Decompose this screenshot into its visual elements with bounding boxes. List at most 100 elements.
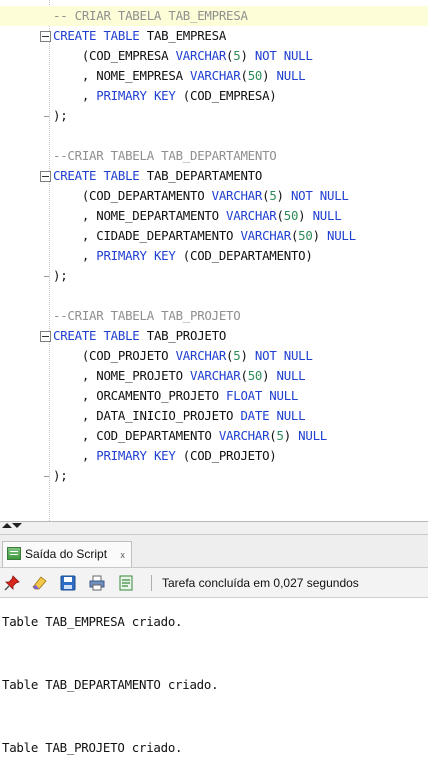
panel-splitter[interactable] (0, 521, 428, 535)
eraser-icon[interactable] (32, 575, 48, 591)
code-line: , NOME_PROJETO VARCHAR(50) NULL (0, 366, 428, 386)
code-line: (COD_EMPRESA VARCHAR(5) NOT NULL (0, 46, 428, 66)
status-text: Tarefa concluída em 0,027 segundos (162, 576, 359, 590)
code-token: NOT NULL (254, 348, 313, 363)
code-token: PRIMARY KEY (96, 248, 176, 263)
code-token: ( (240, 68, 248, 83)
code-token: VARCHAR (175, 48, 227, 63)
output-toolbar: Tarefa concluída em 0,027 segundos (0, 568, 428, 598)
code-token: NULL (327, 228, 356, 243)
tab-label: Saída do Script (25, 547, 108, 561)
code-line: ); (0, 466, 428, 486)
print-icon[interactable] (89, 575, 105, 591)
code-line: -- CRIAR TABELA TAB_EMPRESA (0, 6, 428, 26)
code-text: CREATE TABLE TAB_EMPRESA (53, 26, 226, 46)
code-text: ); (53, 106, 68, 126)
code-text: , PRIMARY KEY (COD_PROJETO) (53, 446, 277, 466)
code-token: ) (240, 48, 255, 63)
code-token: ( (269, 428, 277, 443)
code-token: --CRIAR TABELA TAB_PROJETO (53, 308, 241, 323)
code-token: NULL (276, 368, 306, 383)
code-token: PRIMARY KEY (96, 448, 176, 463)
code-text: CREATE TABLE TAB_DEPARTAMENTO (53, 166, 262, 186)
pin-icon[interactable] (4, 575, 20, 591)
code-line: --CRIAR TABELA TAB_PROJETO (0, 306, 428, 326)
code-line: , ORCAMENTO_PROJETO FLOAT NULL (0, 386, 428, 406)
code-token: VARCHAR (175, 348, 227, 363)
output-line: Table TAB_DEPARTAMENTO criado. (2, 677, 219, 692)
tab-script-output[interactable]: Saída do Script x (2, 541, 132, 567)
code-token: (COD_EMPRESA (53, 48, 176, 63)
code-text: , PRIMARY KEY (COD_DEPARTAMENTO) (53, 246, 313, 266)
code-token: VARCHAR (218, 428, 270, 443)
code-token: CREATE TABLE (53, 168, 140, 183)
file-icon[interactable] (118, 575, 134, 591)
fold-collapse-icon[interactable] (40, 31, 51, 42)
code-token: PRIMARY KEY (96, 88, 176, 103)
fold-end-marker (44, 116, 49, 117)
script-output-icon (7, 547, 21, 560)
code-token: 50 (283, 208, 299, 223)
code-token: VARCHAR (226, 208, 277, 223)
code-token: ) (262, 68, 277, 83)
code-text: -- CRIAR TABELA TAB_EMPRESA (53, 6, 248, 26)
code-token: CREATE TABLE (53, 28, 140, 43)
code-text: , COD_DEPARTAMENTO VARCHAR(5) NULL (53, 426, 327, 446)
code-token: ); (53, 268, 68, 283)
code-token: (COD_DEPARTAMENTO (53, 188, 212, 203)
sql-editor[interactable]: -- CRIAR TABELA TAB_EMPRESA CREATE TABLE … (0, 0, 428, 521)
code-text: --CRIAR TABELA TAB_DEPARTAMENTO (53, 146, 277, 166)
code-text: --CRIAR TABELA TAB_PROJETO (53, 306, 241, 326)
fold-collapse-icon[interactable] (40, 331, 51, 342)
collapse-down-icon[interactable] (12, 523, 22, 528)
code-token: VARCHAR (211, 188, 263, 203)
code-text: , PRIMARY KEY (COD_EMPRESA) (53, 86, 277, 106)
code-text: CREATE TABLE TAB_PROJETO (53, 326, 226, 346)
code-line: --CRIAR TABELA TAB_DEPARTAMENTO (0, 146, 428, 166)
code-token: VARCHAR (190, 68, 241, 83)
close-tab-button[interactable]: x (120, 543, 125, 567)
code-text: (COD_DEPARTAMENTO VARCHAR(5) NOT NULL (53, 186, 349, 206)
code-token: , (53, 448, 97, 463)
code-text: , CIDADE_DEPARTAMENTO VARCHAR(50) NULL (53, 226, 356, 246)
code-token: , NOME_EMPRESA (53, 68, 190, 83)
fold-end-marker (44, 276, 49, 277)
code-token: , ORCAMENTO_PROJETO (53, 388, 227, 403)
code-token: ( (240, 368, 248, 383)
code-line: , NOME_DEPARTAMENTO VARCHAR(50) NULL (0, 206, 428, 226)
code-line: , NOME_EMPRESA VARCHAR(50) NULL (0, 66, 428, 86)
code-token: ( (276, 208, 284, 223)
code-text: (COD_PROJETO VARCHAR(5) NOT NULL (53, 346, 313, 366)
code-text: ); (53, 266, 68, 286)
code-token: NOT NULL (290, 188, 349, 203)
code-token: (COD_EMPRESA) (175, 88, 277, 103)
code-text: , ORCAMENTO_PROJETO FLOAT NULL (53, 386, 299, 406)
code-token: (COD_DEPARTAMENTO) (175, 248, 313, 263)
code-line: (COD_PROJETO VARCHAR(5) NOT NULL (0, 346, 428, 366)
fold-collapse-icon[interactable] (40, 171, 51, 182)
code-token: ); (53, 108, 68, 123)
save-icon[interactable] (60, 575, 76, 591)
code-token: --CRIAR TABELA TAB_DEPARTAMENTO (53, 148, 277, 163)
code-token: CREATE TABLE (53, 328, 140, 343)
code-line: , DATA_INICIO_PROJETO DATE NULL (0, 406, 428, 426)
code-token: VARCHAR (190, 368, 241, 383)
code-token: NULL (312, 208, 342, 223)
code-token: , COD_DEPARTAMENTO (53, 428, 219, 443)
code-token: 5 (276, 428, 284, 443)
code-token: , NOME_PROJETO (53, 368, 190, 383)
code-token: TAB_PROJETO (139, 328, 227, 343)
code-line: , PRIMARY KEY (COD_EMPRESA) (0, 86, 428, 106)
code-text: , NOME_DEPARTAMENTO VARCHAR(50) NULL (53, 206, 342, 226)
code-line: , PRIMARY KEY (COD_PROJETO) (0, 446, 428, 466)
code-token: NULL (276, 68, 306, 83)
code-line: ); (0, 106, 428, 126)
code-text: , NOME_EMPRESA VARCHAR(50) NULL (53, 66, 306, 86)
collapse-up-icon[interactable] (2, 523, 12, 528)
code-token: , (53, 248, 97, 263)
script-output[interactable]: Table TAB_EMPRESA criado. Table TAB_DEPA… (0, 598, 428, 757)
code-token: ) (276, 188, 291, 203)
code-line: ); (0, 266, 428, 286)
code-token: , (53, 88, 97, 103)
code-token: , NOME_DEPARTAMENTO (53, 208, 227, 223)
